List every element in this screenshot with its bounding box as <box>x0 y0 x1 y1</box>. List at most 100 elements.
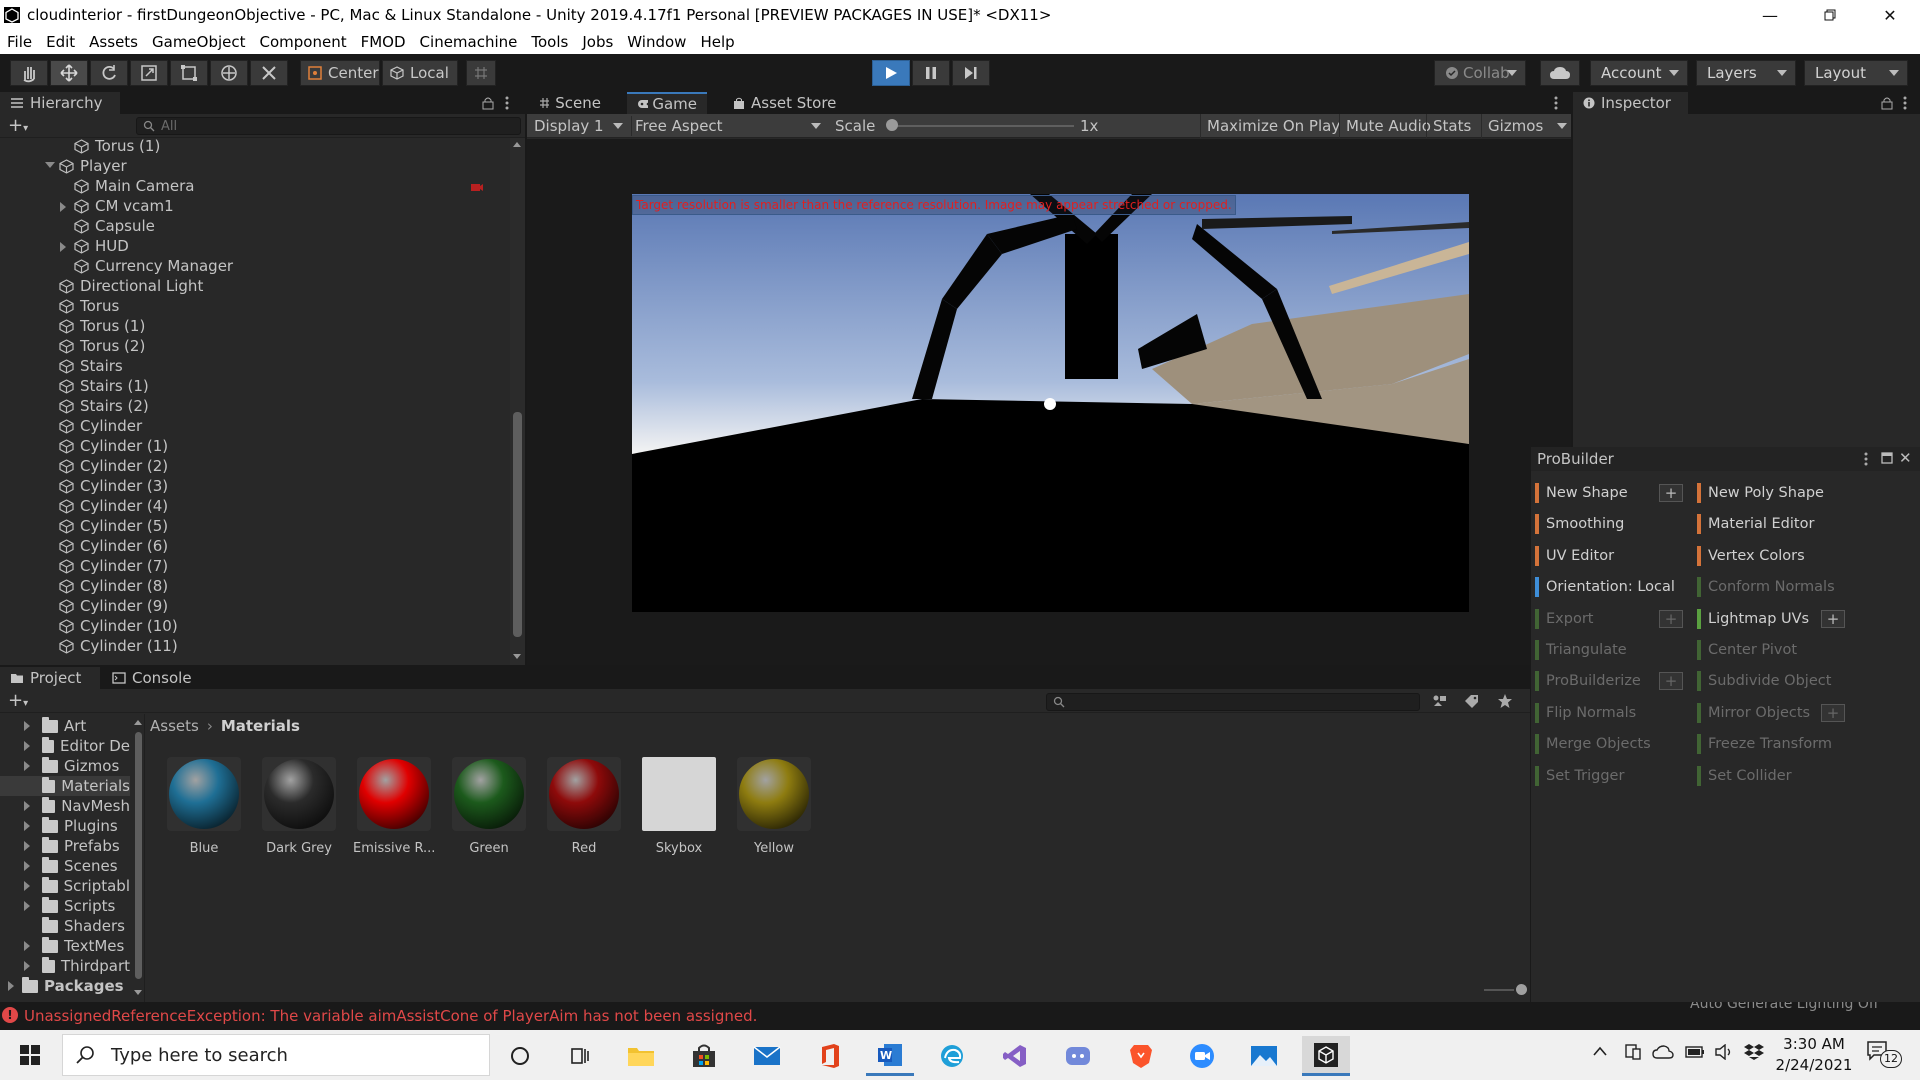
notification-center-button[interactable]: 12 <box>1866 1040 1902 1070</box>
transform-tool-button[interactable] <box>210 60 248 86</box>
probuilder-options-plus-button[interactable]: + <box>1659 484 1683 502</box>
layers-dropdown[interactable]: Layers <box>1696 60 1796 86</box>
mute-audio-toggle[interactable]: Mute Audio <box>1339 114 1437 138</box>
scale-tool-button[interactable] <box>130 60 168 86</box>
hierarchy-item[interactable]: Cylinder (8) <box>59 576 168 596</box>
folder-foldout-icon[interactable] <box>24 961 30 971</box>
tray-chevron-up-icon[interactable] <box>1592 1044 1608 1058</box>
store-app[interactable] <box>680 1036 728 1076</box>
scale-slider-thumb[interactable] <box>886 119 898 131</box>
project-tree-scrollbar[interactable] <box>132 714 145 1002</box>
hierarchy-item[interactable]: Player <box>59 156 127 176</box>
brave-app[interactable] <box>1117 1036 1165 1076</box>
hierarchy-item[interactable]: Cylinder (4) <box>59 496 168 516</box>
hierarchy-item[interactable]: Cylinder (2) <box>59 456 168 476</box>
probuilder-close-icon[interactable]: ✕ <box>1899 449 1912 467</box>
folder-foldout-icon[interactable] <box>24 881 30 891</box>
hierarchy-item[interactable]: Cylinder (3) <box>59 476 168 496</box>
probuilder-options-plus-button[interactable]: + <box>1659 672 1683 691</box>
rect-tool-button[interactable] <box>170 60 208 86</box>
office-app[interactable] <box>806 1036 854 1076</box>
probuilder-action-button[interactable]: Orientation: Local <box>1535 575 1675 599</box>
hierarchy-scrollbar[interactable] <box>510 138 525 665</box>
lock-icon[interactable] <box>482 96 494 110</box>
task-view-button[interactable] <box>556 1036 604 1076</box>
tab-console[interactable]: Console <box>102 667 202 689</box>
hierarchy-item[interactable]: Cylinder (7) <box>59 556 168 576</box>
hierarchy-item[interactable]: Cylinder (6) <box>59 536 168 556</box>
tray-device-icon[interactable] <box>1624 1043 1642 1061</box>
material-asset[interactable]: Red <box>543 757 625 856</box>
tab-inspector[interactable]: Inspector <box>1573 92 1688 114</box>
discord-app[interactable] <box>1054 1036 1102 1076</box>
project-folder-item[interactable]: Scripts <box>0 896 130 916</box>
play-button[interactable] <box>872 60 910 86</box>
probuilder-action-button[interactable]: Merge Objects <box>1535 732 1651 756</box>
move-tool-button[interactable] <box>50 60 88 86</box>
account-dropdown[interactable]: Account <box>1590 60 1688 86</box>
icon-size-slider-thumb[interactable] <box>1516 984 1527 995</box>
maximize-icon[interactable] <box>1881 452 1893 464</box>
material-asset[interactable]: Skybox <box>638 757 720 856</box>
project-create-button[interactable]: +▾ <box>8 692 28 712</box>
mail-app[interactable] <box>743 1036 791 1076</box>
probuilder-action-button[interactable]: Center Pivot <box>1697 638 1797 662</box>
probuilder-action-button[interactable]: Vertex Colors <box>1697 544 1805 568</box>
cloud-button[interactable] <box>1540 60 1580 86</box>
hierarchy-item[interactable]: Directional Light <box>59 276 203 296</box>
menu-jobs[interactable]: Jobs <box>582 33 613 51</box>
probuilder-action-button[interactable]: Freeze Transform <box>1697 732 1832 756</box>
game-viewport[interactable]: Target resolution is smaller than the re… <box>527 139 1571 665</box>
taskbar-clock[interactable]: 3:30 AM 2/24/2021 <box>1770 1034 1858 1076</box>
project-folder-item[interactable]: Scriptabl <box>0 876 130 896</box>
hierarchy-item[interactable]: Torus (2) <box>59 336 145 356</box>
collab-dropdown[interactable]: Collab <box>1434 60 1526 86</box>
folder-foldout-icon[interactable] <box>24 901 30 911</box>
edge-app[interactable] <box>928 1036 976 1076</box>
project-folder-item[interactable]: Shaders <box>0 916 130 936</box>
aspect-dropdown[interactable]: Free Aspect <box>631 116 827 136</box>
project-folder-item[interactable]: TextMes <box>0 936 130 956</box>
layout-dropdown[interactable]: Layout <box>1804 60 1908 86</box>
menu-window[interactable]: Window <box>627 33 686 51</box>
display-dropdown[interactable]: Display 1 <box>531 116 627 136</box>
menu-tools[interactable]: Tools <box>531 33 568 51</box>
cortana-button[interactable] <box>496 1036 544 1076</box>
search-by-label-icon[interactable] <box>1464 694 1480 708</box>
hierarchy-item[interactable]: Currency Manager <box>74 256 233 276</box>
material-asset[interactable]: Green <box>448 757 530 856</box>
project-folder-item[interactable]: Scenes <box>0 856 130 876</box>
probuilder-options-plus-button[interactable]: + <box>1821 703 1845 722</box>
close-button[interactable]: ✕ <box>1860 0 1920 30</box>
probuilder-kebab-icon[interactable] <box>1864 451 1868 467</box>
hand-tool-button[interactable] <box>10 60 48 86</box>
probuilder-options-plus-button[interactable]: + <box>1659 609 1683 628</box>
step-button[interactable] <box>952 60 990 86</box>
probuilder-action-button[interactable]: Subdivide Object <box>1697 669 1831 693</box>
hierarchy-item[interactable]: CM vcam1 <box>74 196 174 216</box>
gizmos-dropdown[interactable]: Gizmos <box>1481 114 1571 138</box>
probuilder-action-button[interactable]: Material Editor <box>1697 512 1814 536</box>
custom-tool-button[interactable] <box>250 60 288 86</box>
foldout-arrow-icon[interactable] <box>60 202 66 212</box>
kebab-menu-icon[interactable] <box>505 95 509 111</box>
hierarchy-search[interactable]: All <box>136 117 521 135</box>
probuilder-action-button[interactable]: Export <box>1535 607 1593 631</box>
folder-foldout-icon[interactable] <box>24 821 30 831</box>
menu-gameobject[interactable]: GameObject <box>152 33 246 51</box>
probuilder-action-button[interactable]: New Poly Shape <box>1697 481 1824 505</box>
tab-hierarchy[interactable]: Hierarchy <box>0 92 120 114</box>
minimize-button[interactable]: — <box>1740 0 1800 30</box>
search-by-type-icon[interactable] <box>1432 694 1448 708</box>
probuilder-action-button[interactable]: Lightmap UVs <box>1697 607 1809 631</box>
hierarchy-item[interactable]: Cylinder <box>59 416 142 436</box>
hierarchy-item[interactable]: Torus (1) <box>59 316 145 336</box>
folder-foldout-icon[interactable] <box>24 861 30 871</box>
folder-foldout-icon[interactable] <box>24 941 30 951</box>
file-explorer-app[interactable] <box>617 1036 665 1076</box>
menu-fmod[interactable]: FMOD <box>361 33 406 51</box>
folder-foldout-icon[interactable] <box>24 841 30 851</box>
visual-studio-app[interactable] <box>991 1036 1039 1076</box>
tab-asset-store[interactable]: Asset Store <box>723 92 853 114</box>
start-button[interactable] <box>6 1035 54 1075</box>
